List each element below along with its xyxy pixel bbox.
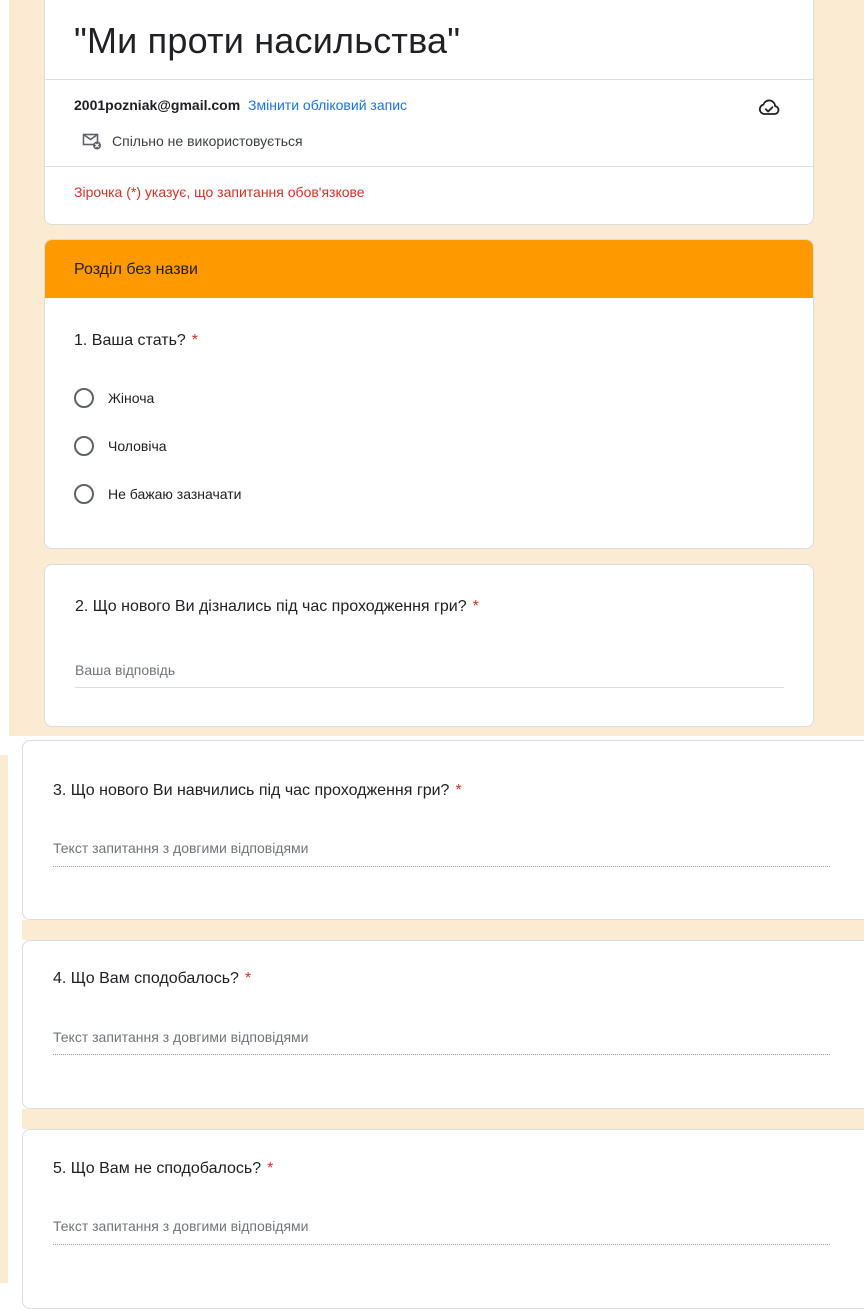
switch-account-link[interactable]: Змінити обліковий запис <box>248 97 407 113</box>
section-title: Розділ без назви <box>74 261 198 278</box>
account-email: 2001pozniak@gmail.com <box>74 97 241 113</box>
question-4: 4. Що Вам сподобалось? * <box>53 970 251 988</box>
header-divider <box>44 79 814 80</box>
option-label: Жіноча <box>108 390 155 406</box>
header-divider <box>44 166 814 167</box>
required-star: * <box>472 598 479 615</box>
section-header: Розділ без назви <box>45 240 813 298</box>
radio-button[interactable] <box>74 388 94 408</box>
question-label: 1. Ваша стать? <box>74 332 186 349</box>
question-card <box>22 740 864 920</box>
question-label: 3. Що нового Ви навчились під час проход… <box>53 782 450 799</box>
card-gap <box>22 1109 864 1129</box>
textarea-underline <box>53 1244 830 1245</box>
question-1: 1. Ваша стать? * <box>74 332 198 350</box>
question-label: 5. Що Вам не сподобалось? <box>53 1160 262 1177</box>
required-note: Зірочка (*) указує, що запитання обов'яз… <box>74 184 365 200</box>
radio-option-male[interactable]: Чоловіча <box>74 436 167 456</box>
required-star: * <box>267 1160 274 1177</box>
textarea-underline <box>53 866 830 867</box>
question-3: 3. Що нового Ви навчились під час проход… <box>53 782 462 800</box>
required-star: * <box>455 782 462 799</box>
radio-button[interactable] <box>74 484 94 504</box>
cloud-saved-icon[interactable] <box>757 96 781 120</box>
radio-option-female[interactable]: Жіноча <box>74 388 154 408</box>
question-2: 2. Що нового Ви дізнались під час проход… <box>75 598 479 616</box>
answer-textarea[interactable]: Текст запитання з довгими відповідями <box>53 1218 309 1234</box>
option-label: Не бажаю зазначати <box>108 486 242 502</box>
input-underline <box>75 687 784 688</box>
not-shared-status: Спільно не використовується <box>82 131 303 151</box>
radio-button[interactable] <box>74 436 94 456</box>
left-margin-bottom <box>0 755 8 1283</box>
textarea-underline <box>53 1054 830 1055</box>
answer-textarea[interactable]: Текст запитання з довгими відповідями <box>53 840 309 856</box>
required-star: * <box>244 970 252 987</box>
mail-not-shared-icon <box>82 133 101 150</box>
form-title: "Ми проти насильства" <box>74 20 461 61</box>
question-5: 5. Що Вам не сподобалось? * <box>53 1160 273 1178</box>
required-star: * <box>191 332 199 349</box>
card-gap <box>22 920 864 940</box>
radio-option-prefer-not[interactable]: Не бажаю зазначати <box>74 484 242 504</box>
answer-textarea[interactable]: Текст запитання з довгими відповідями <box>53 1029 309 1045</box>
question-card <box>44 564 814 727</box>
question-label: 2. Що нового Ви дізнались під час проход… <box>75 598 467 615</box>
answer-input[interactable]: Ваша відповідь <box>75 662 175 678</box>
question-card <box>22 940 864 1109</box>
not-shared-label: Спільно не використовується <box>112 133 303 149</box>
option-label: Чоловіча <box>108 438 167 454</box>
account-info: 2001pozniak@gmail.com Змінити обліковий … <box>74 97 407 113</box>
left-margin-top <box>0 0 9 736</box>
question-label: 4. Що Вам сподобалось? <box>53 970 239 987</box>
